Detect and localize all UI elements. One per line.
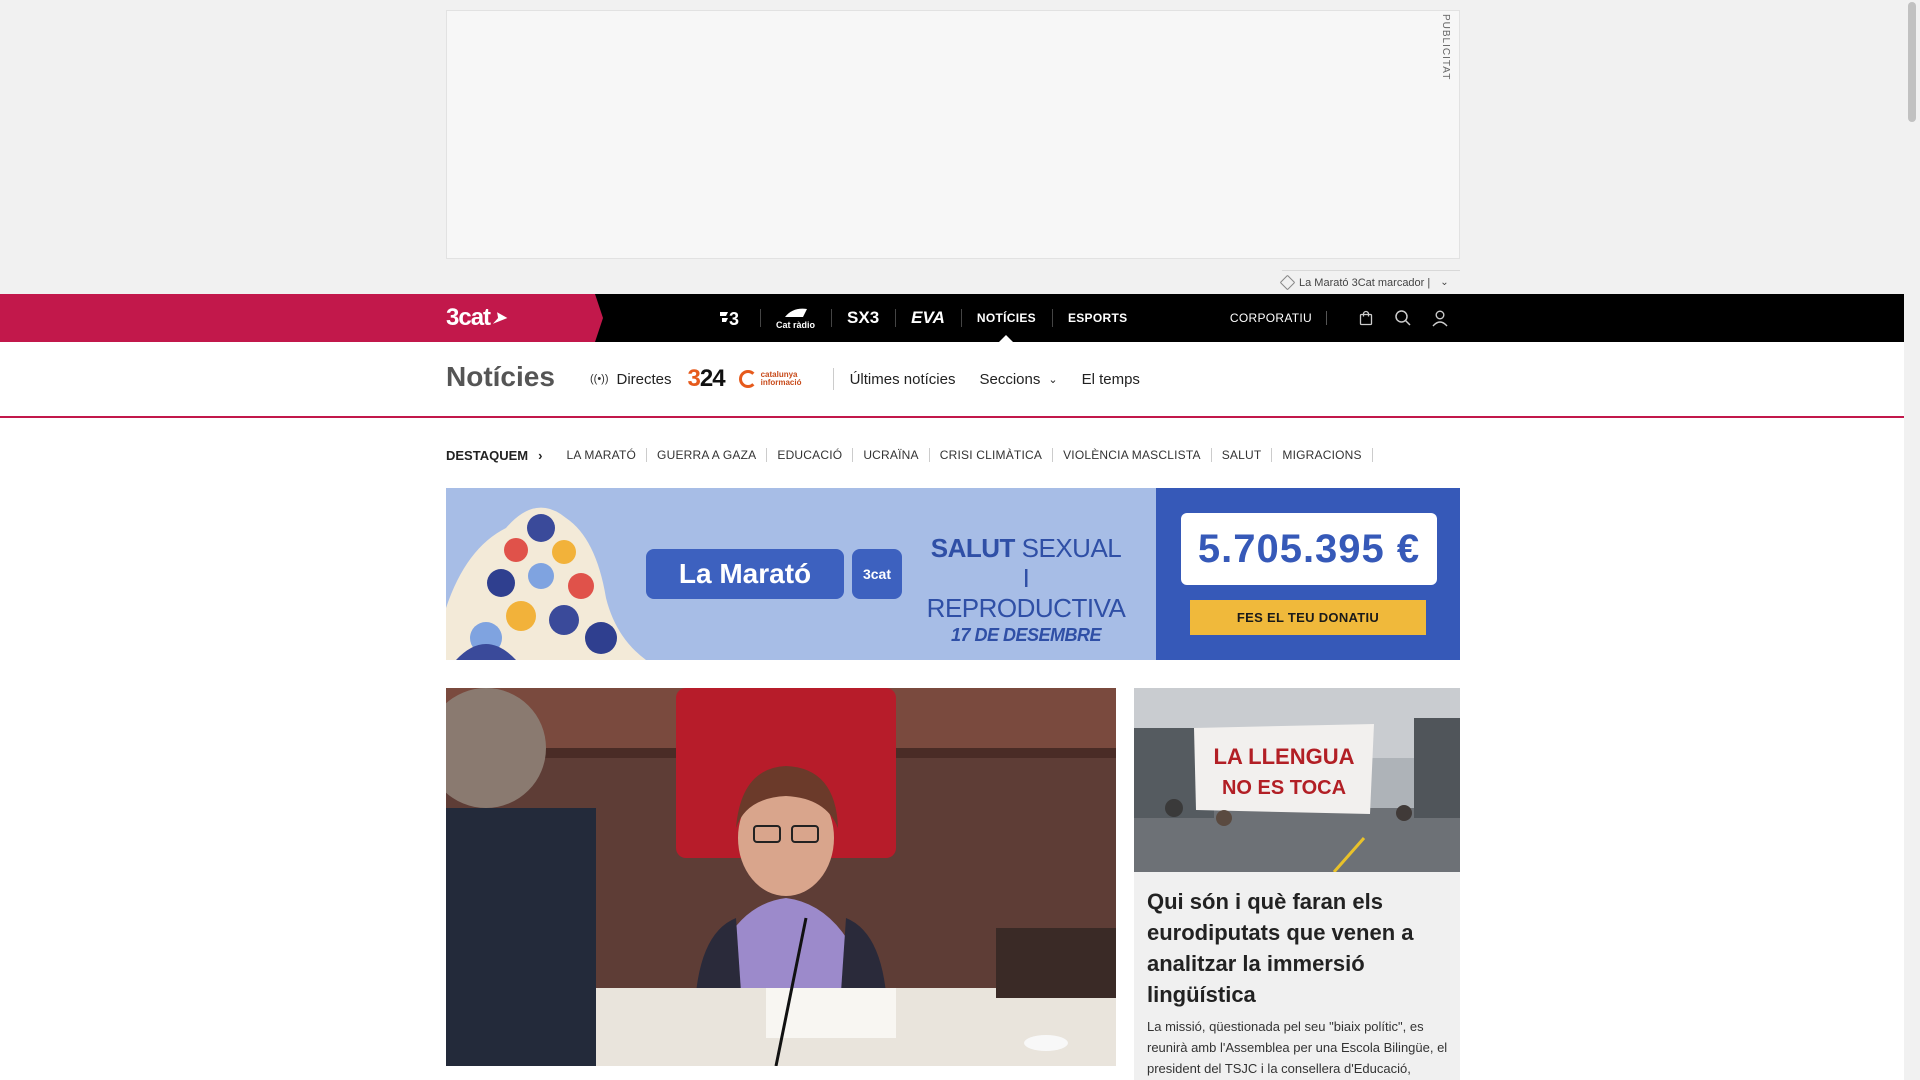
seccions-dropdown[interactable]: Seccions ⌄	[979, 371, 1057, 388]
directes-link[interactable]: ((•)) Directes	[590, 371, 672, 388]
eva-label: EVA	[911, 308, 945, 327]
destaquem-strip: DESTAQUEM › LA MARATÓ GUERRA A GAZA EDUC…	[446, 446, 1373, 464]
ad-label: PUBLICITAT	[1440, 14, 1451, 81]
banner-campaign-text: SALUT SEXUAL I REPRODUCTIVA 17 DE DESEMB…	[926, 533, 1126, 645]
side-article-card[interactable]: LA LLENGUA NO ES TOCA Qui són i què fara…	[1134, 688, 1460, 1080]
section-menu: ((•)) Directes 324 catalunya informació …	[590, 342, 1164, 416]
chevron-right-icon: ›	[538, 447, 543, 463]
side-article-lead: La missió, qüestionada pel seu "biaix po…	[1147, 1019, 1448, 1076]
sx3-label: SX3	[847, 308, 880, 327]
marato-banner[interactable]: La Marató 3cat SALUT SEXUAL I REPRODUCTI…	[446, 488, 1460, 660]
destaquem-item[interactable]: MIGRACIONS	[1272, 448, 1373, 462]
page-scrollbar[interactable]	[1904, 0, 1920, 1080]
ad-band: PUBLICITAT La Marató 3Cat marcador | ⌄	[0, 0, 1904, 294]
catalunya-informacio-logo[interactable]: catalunya informació	[738, 370, 815, 388]
marato-illustration	[446, 507, 646, 660]
brand-name: 3cat	[446, 304, 491, 331]
section-header: Notícies ((•)) Directes 324 catalunya in…	[0, 342, 1904, 418]
destaquem-item[interactable]: VIOLÈNCIA MASCLISTA	[1053, 448, 1212, 462]
banner-text-1: LA LLENGUA	[1214, 744, 1355, 769]
destaquem-label: DESTAQUEM ›	[446, 447, 543, 463]
ultimes-noticies-link[interactable]: Últimes notícies	[850, 371, 956, 388]
page-title[interactable]: Notícies	[446, 361, 555, 393]
el-temps-link[interactable]: El temps	[1082, 371, 1140, 388]
main-article-photo[interactable]	[446, 688, 1116, 1066]
user-icon[interactable]	[1428, 306, 1452, 330]
3cat-badge: 3cat	[852, 549, 902, 599]
brand-slab	[0, 294, 603, 342]
shopping-bag-icon[interactable]	[1354, 306, 1378, 330]
catradio-label: Cat ràdio	[776, 319, 816, 330]
ad-slot[interactable]	[446, 10, 1460, 259]
destaquem-item[interactable]: SALUT	[1212, 448, 1273, 462]
nav-tools: CORPORATIU	[1230, 294, 1452, 342]
catradio-logo-icon[interactable]: Cat ràdio	[760, 294, 831, 342]
destaquem-item[interactable]: CRISI CLIMÀTICA	[930, 448, 1054, 462]
marato-ticker[interactable]: La Marató 3Cat marcador | ⌄	[1279, 270, 1460, 292]
chevron-down-icon[interactable]: ⌄	[1440, 277, 1448, 288]
marato-logo: La Marató	[646, 549, 844, 599]
scrollbar-thumb[interactable]	[1908, 2, 1916, 122]
destaquem-item[interactable]: UCRAÏNA	[853, 448, 930, 462]
top-navigation: 3cat ➤ 3 Cat ràdio SX3 EVA NOTÍCIES ESPO…	[0, 294, 1904, 342]
ci-circle-icon	[738, 370, 757, 388]
nav-esports[interactable]: ESPORTS	[1051, 294, 1143, 342]
protest-photo: LA LLENGUA NO ES TOCA	[1134, 688, 1460, 872]
donate-button[interactable]: FES EL TEU DONATIU	[1190, 600, 1426, 635]
live-broadcast-icon: ((•))	[590, 373, 609, 385]
parliament-photo	[446, 688, 1116, 1066]
menu-divider	[832, 368, 834, 390]
nav-noticies[interactable]: NOTÍCIES	[960, 294, 1052, 342]
search-icon[interactable]	[1391, 306, 1415, 330]
sx3-logo-icon[interactable]: SX3	[831, 294, 895, 342]
3cat-logo[interactable]: 3cat ➤	[446, 304, 509, 332]
directes-label: Directes	[616, 370, 672, 388]
donation-amount: 5.705.395 €	[1181, 513, 1437, 585]
tag-icon	[1279, 274, 1296, 291]
donation-panel: 5.705.395 € FES EL TEU DONATIU	[1156, 488, 1460, 660]
eva-logo-icon[interactable]: EVA	[895, 294, 961, 342]
destaquem-item[interactable]: EDUCACIÓ	[767, 448, 854, 462]
banner-text-2: NO ES TOCA	[1222, 777, 1346, 799]
324-logo[interactable]: 324	[688, 365, 726, 393]
channel-bar: 3 Cat ràdio SX3 EVA NOTÍCIES ESPORTS	[702, 294, 1143, 342]
side-article-photo[interactable]: LA LLENGUA NO ES TOCA	[1134, 688, 1460, 872]
corporate-link[interactable]: CORPORATIU	[1230, 311, 1327, 325]
side-article-title[interactable]: Qui són i què faran els eurodiputats que…	[1147, 886, 1452, 1010]
tv3-label: 3	[729, 309, 739, 328]
chevron-down-icon: ⌄	[1048, 373, 1058, 386]
tv3-logo-icon[interactable]: 3	[702, 294, 760, 342]
ticker-text: La Marató 3Cat marcador |	[1299, 276, 1431, 289]
destaquem-item[interactable]: GUERRA A GAZA	[647, 448, 768, 462]
destaquem-item[interactable]: LA MARATÓ	[556, 448, 648, 462]
